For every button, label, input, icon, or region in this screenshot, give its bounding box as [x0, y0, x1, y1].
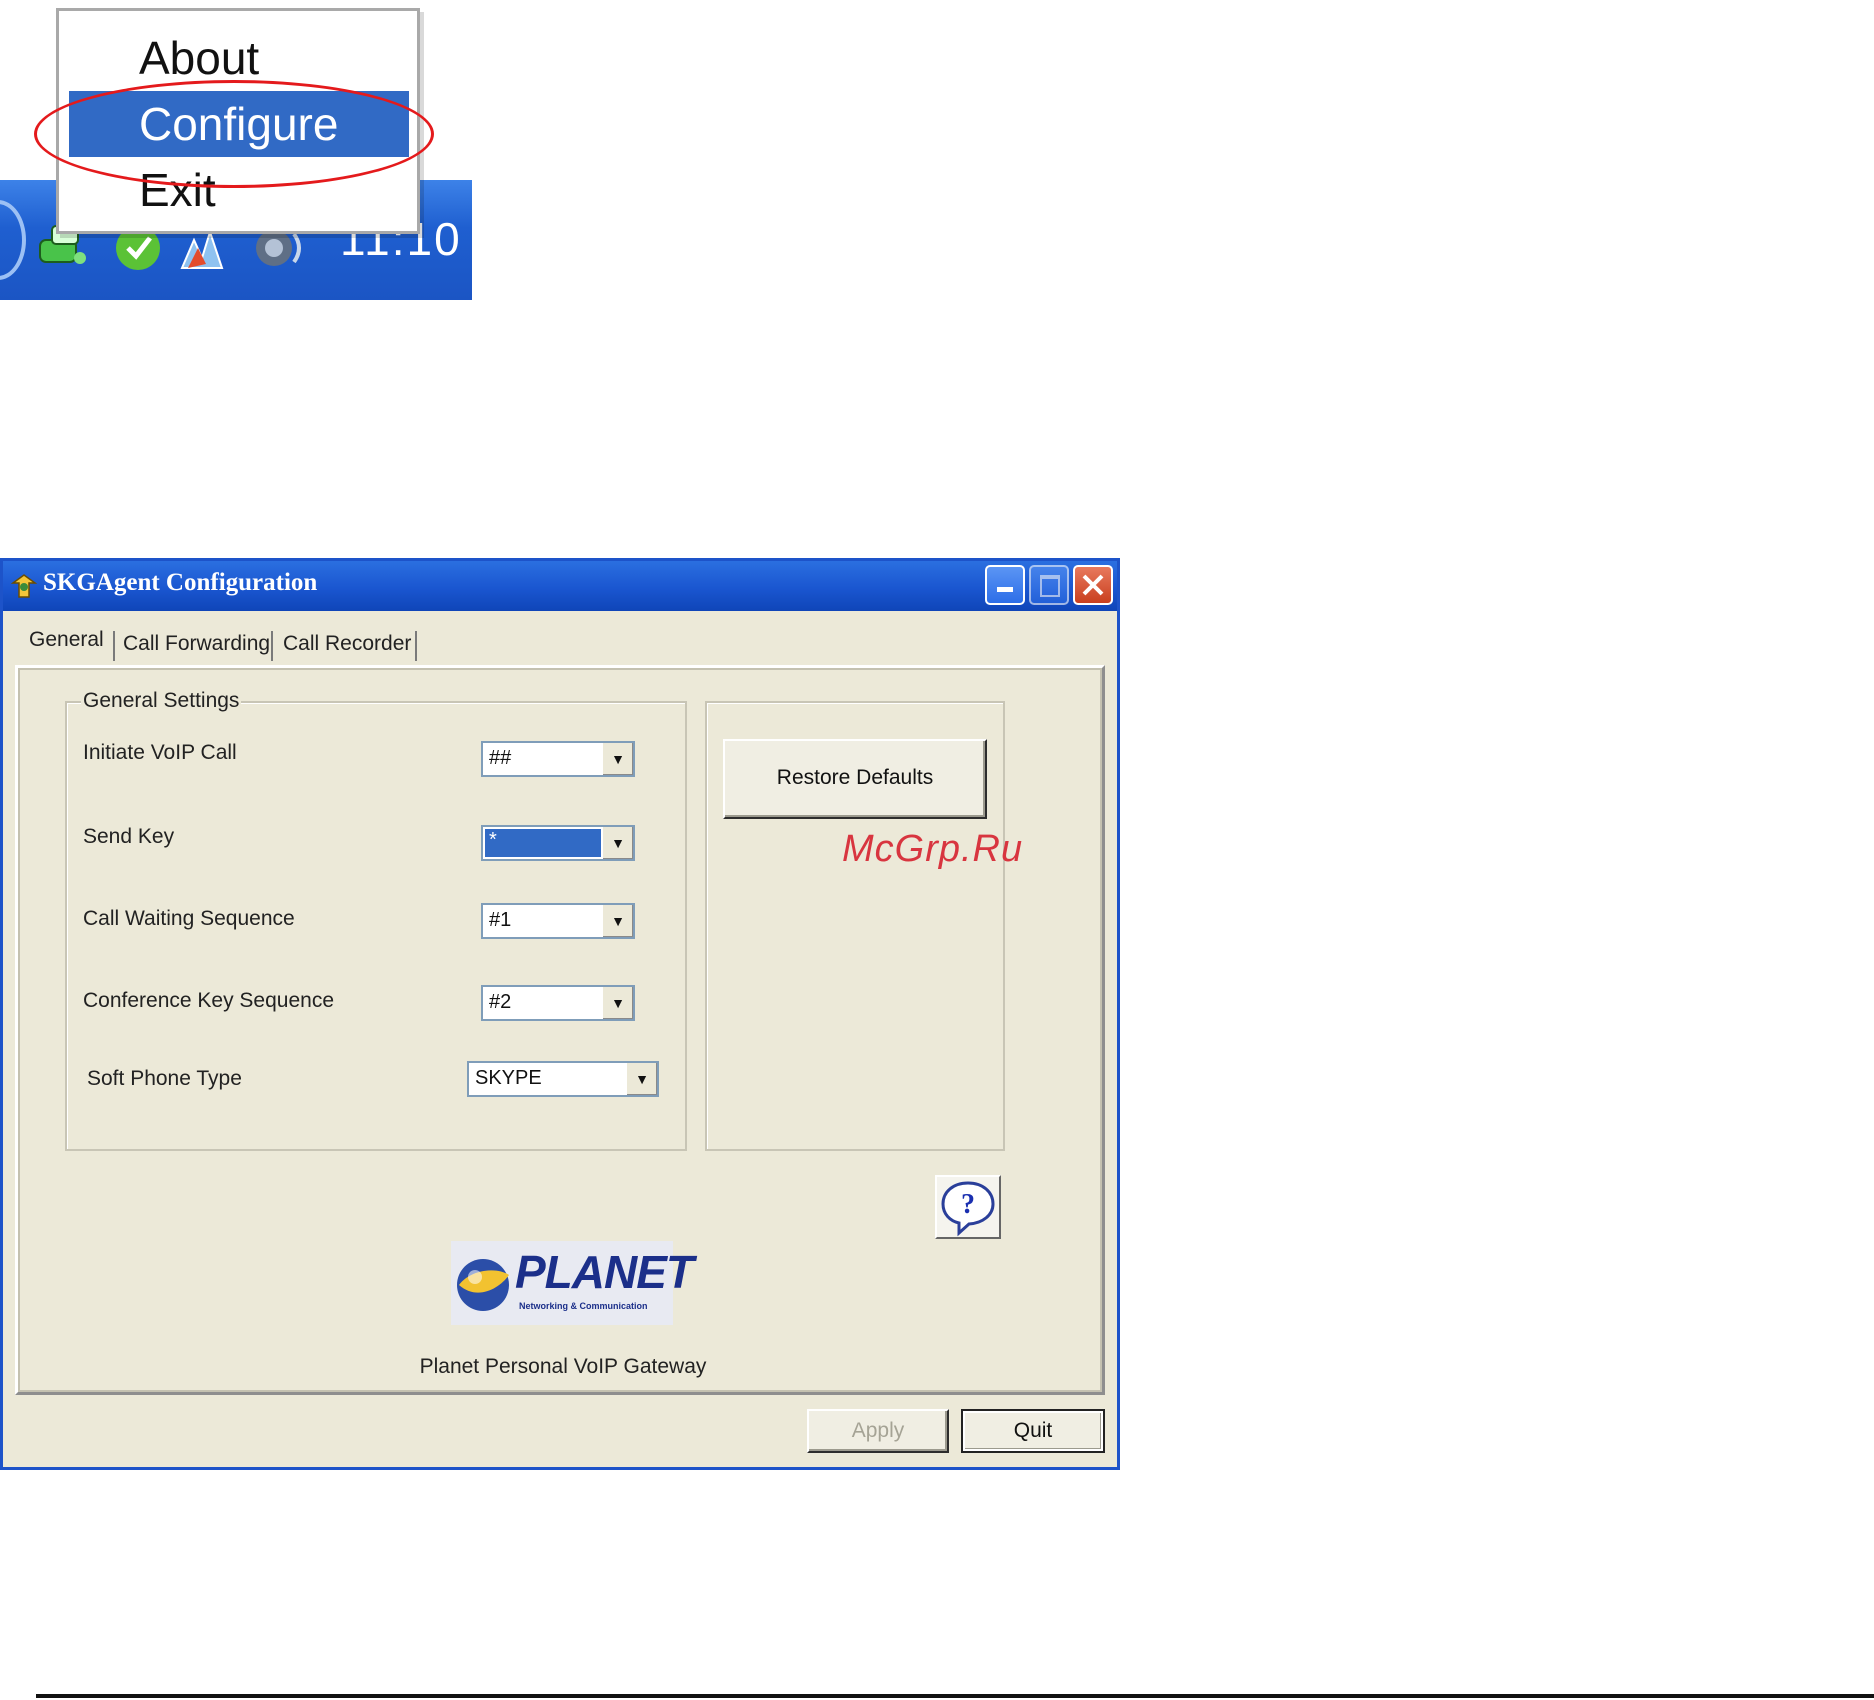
restore-defaults-button[interactable]: Restore Defaults	[723, 739, 987, 819]
tab-call-recorder[interactable]: Call Recorder	[283, 625, 411, 663]
combo-value: *	[485, 829, 601, 857]
conference-key-sequence-label: Conference Key Sequence	[83, 989, 335, 1012]
planet-globe-icon	[457, 1259, 509, 1311]
soft-phone-type-select[interactable]: SKYPE ▼	[467, 1061, 659, 1097]
chevron-down-icon[interactable]: ▼	[601, 987, 633, 1019]
call-waiting-sequence-select[interactable]: #1 ▼	[481, 903, 635, 939]
group-legend: General Settings	[81, 689, 242, 713]
soft-phone-type-label: Soft Phone Type	[87, 1067, 242, 1090]
combo-value: ##	[489, 747, 512, 769]
combo-value: #1	[489, 909, 512, 931]
initiate-voip-call-select[interactable]: ## ▼	[481, 741, 635, 777]
logo-wordmark: PLANET	[515, 1246, 694, 1298]
minimize-button[interactable]	[985, 565, 1025, 605]
configuration-window: SKGAgent Configuration General Call Forw…	[0, 558, 1120, 1470]
product-caption: Planet Personal VoIP Gateway	[419, 1355, 707, 1378]
page-divider	[36, 1694, 1874, 1698]
maximize-icon	[1040, 575, 1060, 597]
help-button[interactable]: ?	[935, 1175, 1001, 1239]
call-waiting-sequence-label: Call Waiting Sequence	[83, 907, 295, 930]
minimize-icon	[997, 587, 1013, 592]
chevron-down-icon[interactable]: ▼	[601, 827, 633, 859]
combo-value: SKYPE	[475, 1067, 542, 1089]
help-icon: ?	[941, 1181, 995, 1237]
close-button[interactable]	[1073, 565, 1113, 605]
chevron-down-icon[interactable]: ▼	[601, 905, 633, 937]
tab-separator	[271, 631, 273, 661]
combo-value: #2	[489, 991, 512, 1013]
close-icon	[1082, 574, 1104, 596]
tab-separator	[415, 631, 417, 661]
watermark-text: McGrp.Ru	[842, 828, 1024, 870]
send-key-select[interactable]: * ▼	[481, 825, 635, 861]
tab-call-forwarding[interactable]: Call Forwarding	[123, 625, 270, 663]
apply-button[interactable]: Apply	[807, 1409, 949, 1453]
conference-key-sequence-select[interactable]: #2 ▼	[481, 985, 635, 1021]
app-icon	[10, 574, 38, 598]
annotation-ellipse	[34, 80, 434, 188]
window-title: SKGAgent Configuration	[43, 569, 318, 596]
logo-tagline: Networking & Communication	[519, 1301, 648, 1311]
tab-separator	[113, 631, 115, 661]
tab-general[interactable]: General	[29, 621, 104, 659]
quit-button[interactable]: Quit	[961, 1409, 1105, 1453]
planet-logo: PLANET Networking & Communication	[451, 1241, 694, 1325]
initiate-voip-call-label: Initiate VoIP Call	[83, 741, 237, 764]
chevron-down-icon[interactable]: ▼	[625, 1063, 657, 1095]
maximize-button	[1029, 565, 1069, 605]
send-key-label: Send Key	[83, 825, 175, 848]
help-glyph: ?	[961, 1189, 975, 1220]
chevron-down-icon[interactable]: ▼	[601, 743, 633, 775]
title-bar[interactable]: SKGAgent Configuration	[3, 561, 1117, 611]
